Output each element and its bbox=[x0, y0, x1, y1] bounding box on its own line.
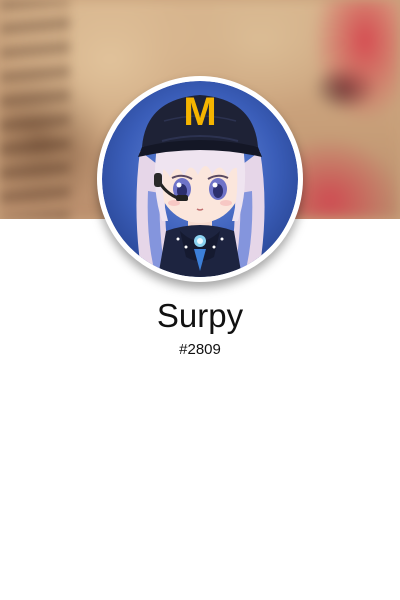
profile-card: M Surpy #2809 bbox=[0, 0, 400, 600]
avatar[interactable]: M bbox=[97, 76, 303, 282]
anime-avatar-with-mcdonalds-cap-icon: M bbox=[102, 81, 298, 277]
user-discriminator: #2809 bbox=[179, 341, 221, 358]
banner-stripes bbox=[0, 0, 70, 219]
cap-logo: M bbox=[183, 90, 216, 134]
display-name: Surpy bbox=[156, 297, 244, 334]
